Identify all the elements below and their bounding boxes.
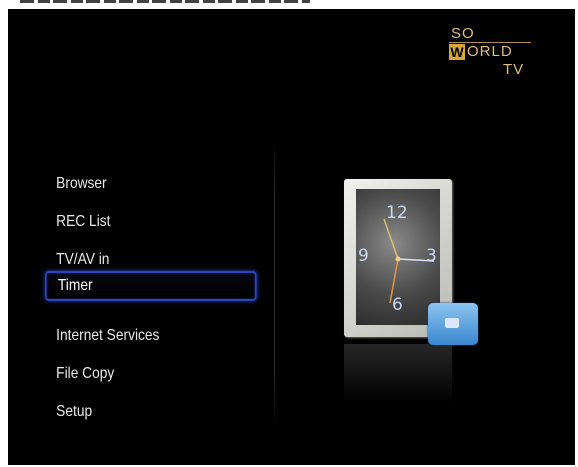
tv-screen: SO W ORLD TV Browser REC List TV/AV in T… [8,9,575,465]
timer-clock-illustration: 12 3 6 9 [344,179,479,409]
soworld-tv-logo: SO W ORLD TV [449,25,535,87]
logo-w-box: W [449,44,465,60]
top-strip [0,0,578,9]
menu-item-setup[interactable]: Setup [45,397,227,427]
clock-reflection [344,344,452,404]
menu-item-internet-services[interactable]: Internet Services [45,321,227,351]
logo-tv: TV [503,61,525,78]
clock-hands-icon [383,218,435,304]
logo-so: SO [451,25,475,42]
menu-item-rec-list[interactable]: REC List [45,207,227,237]
menu-item-timer[interactable]: Timer [45,271,257,301]
clock-face: 12 3 6 9 [356,189,440,325]
logo-orld: ORLD [467,43,513,60]
blue-card-icon [428,303,478,345]
menu-item-browser[interactable]: Browser [45,169,227,199]
cropped-title-text [20,0,310,3]
menu-item-file-copy[interactable]: File Copy [45,359,227,389]
menu-divider [274,139,275,424]
card-chip [445,318,459,328]
